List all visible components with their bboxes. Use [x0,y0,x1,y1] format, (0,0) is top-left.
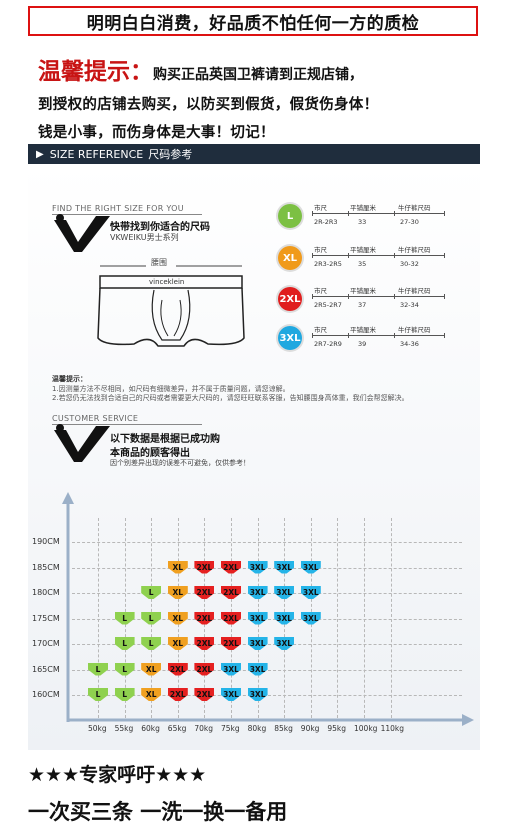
size-table-cell: 32-34 [400,301,419,309]
size-table-header: 牛仔裤尺码 [398,246,431,254]
ruler-tick [312,253,313,258]
grid-line [72,542,462,543]
chevron-right-icon: ▶ [36,148,44,160]
notice-line-3: 钱是小事，而伤身体是大事！切记！ [38,125,275,141]
size-table-header: 牛仔裤尺码 [398,204,431,212]
size-table-cell: 34-36 [400,340,419,348]
expert-slogan: ★★★专家呼吁★★★ [28,764,207,786]
cs-line-1: 以下数据是根据已成功购 [110,434,220,445]
underwear-diagram-icon [97,265,245,347]
x-axis-label: 110kg [380,724,405,733]
size-table-cell: 2R7-2R9 [314,340,342,348]
x-axis-label: 95kg [327,724,347,733]
size-badge: XL [278,246,302,270]
ruler-tick [348,211,349,216]
ruler-tick [394,294,395,299]
size-ruler [312,213,444,214]
grid-line [364,518,365,718]
y-axis-label: 190CM [32,537,60,546]
size-table-cell: 2R5-2R7 [314,301,342,309]
ruler-tick [312,333,313,338]
size-ruler [312,255,444,256]
y-axis-label: 165CM [32,664,60,674]
size-badge: L [278,204,302,228]
size-table-header: 牛仔裤尺码 [398,287,431,295]
find-size-heading: FIND THE RIGHT SIZE FOR YOU [52,204,184,213]
tips-line-2: 2.若您仍无法找到合适自己的尺码或者需要更大尺码的，请您旺旺联系客服，告知腰围身… [52,394,409,402]
y-axis-label: 180CM [32,588,60,597]
ruler-tick [394,333,395,338]
ruler-tick [394,253,395,258]
y-axis-label: 175CM [32,613,60,623]
customer-service-heading: CUSTOMER SERVICE [52,414,139,423]
brand-line: VKWEIKU男士系列 [110,233,179,242]
size-table-header: 牛仔裤尺码 [398,326,431,334]
size-table-cell: 35 [358,260,367,268]
size-table-header: 市尺 [314,287,327,295]
size-table-cell: 2R-2R3 [314,218,338,226]
size-ruler [312,335,444,336]
notice-block: 温馨提示：购买正品英国卫裤请到正规店铺， 到授权的店铺去购买，以防买到假货，假货… [38,52,488,142]
size-table-cell: 2R3-2R5 [314,260,342,268]
quality-banner: 明明白白消费，好品质不怕任何一方的质检 [28,6,478,36]
ruler-tick [312,294,313,299]
ruler-tick [394,211,395,216]
size-ruler [312,296,444,297]
size-table-header: 平铺厘米 [350,287,376,295]
x-axis-label: 100kg [354,724,378,733]
ruler-tick [444,253,445,258]
ruler-tick [312,211,313,216]
y-axis-label: 170CM [32,639,60,648]
size-table-header: 平铺厘米 [350,326,376,334]
size-chart: 190CM 185CM 180CM 175CM 170CM 165CM 160CM 50kg 5… [28,490,480,750]
notice-title: 温馨提示： [38,59,153,85]
waistband-brand: vinceklein [149,278,185,286]
size-badge: 3XL [278,326,302,350]
ruler-tick [348,333,349,338]
y-axis-label: 185CM [32,562,60,572]
x-axis-label: 75kg [221,724,240,733]
grid-line [337,518,339,718]
size-reference-label-cn: 尺码参考 [148,148,193,161]
x-axis-label: 70kg [194,724,214,733]
tips-title: 温馨提示： [52,375,87,383]
x-axis-label: 55kg [114,724,134,733]
size-table-header: 平铺厘米 [350,204,376,212]
x-axis-label: 50kg [88,724,107,733]
size-table-cell: 39 [358,340,367,348]
size-table-cell: 30-32 [400,260,419,268]
size-reference-label: SIZE REFERENCE [49,147,144,161]
buy-three-slogan: 一次买三条 一洗一换一备用 [28,800,288,824]
size-badge: 2XL [278,287,302,311]
x-axis-label: 65kg [167,724,187,733]
cs-line-3: 因个别差异出现的误差不可避免，仅供参考！ [110,459,250,467]
size-table-header: 平铺厘米 [350,246,376,254]
size-table-cell: 27-30 [400,218,419,226]
size-reference-bar: ▶ SIZE REFERENCE 尺码参考 [28,144,480,164]
brand-logo-icon [54,424,110,462]
x-axis-label: 60kg [141,724,160,733]
size-table-header: 市尺 [314,326,327,334]
brand-logo-icon [54,214,110,252]
x-axis-label: 80kg [247,724,267,733]
cs-line-2: 本商品的顾客得出 [110,448,190,459]
notice-line-2: 到授权的店铺去购买，以防买到假货，假货伤身体！ [38,97,379,113]
ruler-tick [348,253,349,258]
size-table-header: 市尺 [314,204,327,212]
y-axis-label: 160CM [32,690,60,699]
notice-line-1: 购买正品英国卫裤请到正规店铺， [153,67,363,83]
ruler-tick [444,211,445,216]
size-table-cell: 37 [358,301,367,309]
grid-line [390,518,392,718]
ruler-tick [348,294,349,299]
size-table-header: 市尺 [314,246,327,254]
find-size-title: 快带找到你适合的尺码 [110,222,210,233]
x-axis-label: 85kg [274,724,293,733]
ruler-tick [444,333,445,338]
ruler-tick [444,294,445,299]
x-axis-label: 90kg [300,724,320,733]
size-table-cell: 33 [358,218,367,226]
